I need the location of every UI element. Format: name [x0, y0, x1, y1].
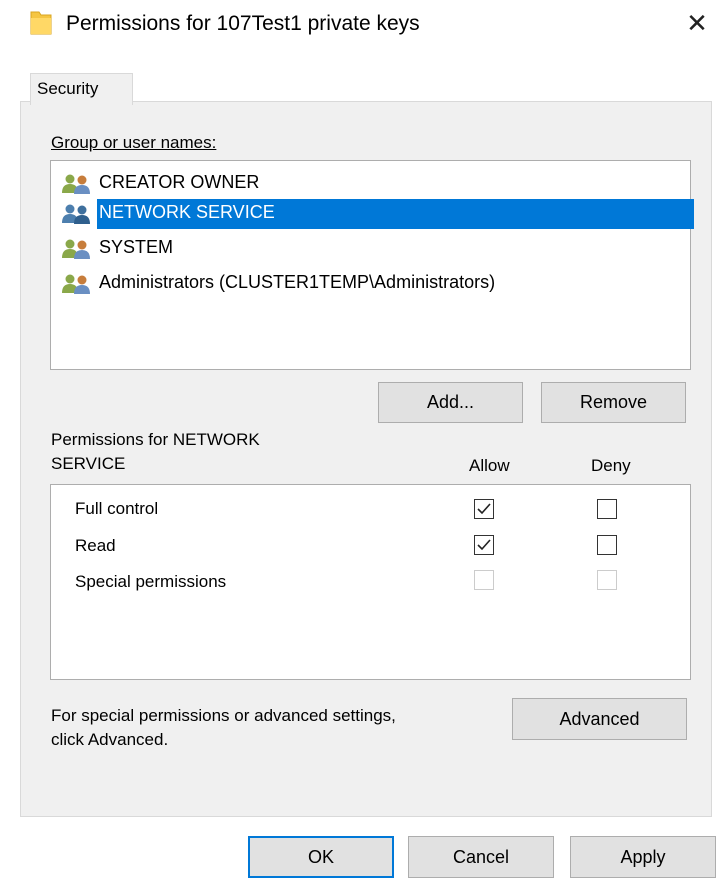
- close-icon[interactable]: ✕: [682, 8, 712, 38]
- permissions-label-line1: Permissions for NETWORK: [51, 430, 260, 449]
- list-item-selected[interactable]: NETWORK SERVICE: [59, 199, 694, 229]
- advanced-button[interactable]: Advanced: [512, 698, 687, 740]
- window-title: Permissions for 107Test1 private keys: [66, 12, 420, 35]
- users-group-icon: [61, 273, 97, 295]
- permission-name: Full control: [75, 499, 159, 518]
- full-control-allow-checkbox[interactable]: [474, 499, 494, 519]
- permission-name: Read: [75, 536, 116, 555]
- permissions-label-line2: SERVICE: [51, 454, 126, 473]
- apply-button[interactable]: Apply: [570, 836, 716, 878]
- group-names-label: Group or user names:: [51, 133, 216, 153]
- permission-name: Special permissions: [75, 572, 227, 591]
- full-control-deny-checkbox[interactable]: [597, 499, 617, 519]
- special-permissions-allow-checkbox: [474, 570, 494, 590]
- list-item[interactable]: SYSTEM: [59, 234, 685, 262]
- read-deny-checkbox[interactable]: [597, 535, 617, 555]
- read-allow-checkbox[interactable]: [474, 535, 494, 555]
- remove-button[interactable]: Remove: [541, 382, 686, 423]
- deny-column-header: Deny: [591, 456, 631, 475]
- checkmark-icon: [477, 503, 491, 515]
- users-group-icon: [61, 173, 97, 195]
- list-item[interactable]: Administrators (CLUSTER1TEMP\Administrat…: [59, 269, 685, 297]
- user-name: CREATOR OWNER: [99, 172, 260, 192]
- users-group-icon: [61, 238, 97, 260]
- checkmark-icon: [477, 539, 491, 551]
- ok-button[interactable]: OK: [248, 836, 394, 878]
- user-name: Administrators (CLUSTER1TEMP\Administrat…: [99, 272, 496, 292]
- advanced-text-line1: For special permissions or advanced sett…: [51, 706, 396, 725]
- user-name: SYSTEM: [99, 237, 174, 257]
- folder-icon: [30, 9, 52, 35]
- users-listbox[interactable]: CREATOR OWNER NETWORK SERVICE SYSTEM Adm…: [50, 160, 694, 370]
- add-button[interactable]: Add...: [378, 382, 523, 423]
- cancel-button[interactable]: Cancel: [408, 836, 554, 878]
- special-permissions-deny-checkbox: [597, 570, 617, 590]
- advanced-text-line2: click Advanced.: [51, 730, 169, 749]
- allow-column-header: Allow: [469, 456, 510, 475]
- list-item[interactable]: CREATOR OWNER: [59, 169, 685, 197]
- user-name: NETWORK SERVICE: [99, 202, 275, 222]
- tab-security-label: Security: [37, 79, 99, 98]
- group-names-label-text: Group or user names:: [51, 133, 217, 152]
- users-group-icon: [61, 203, 97, 225]
